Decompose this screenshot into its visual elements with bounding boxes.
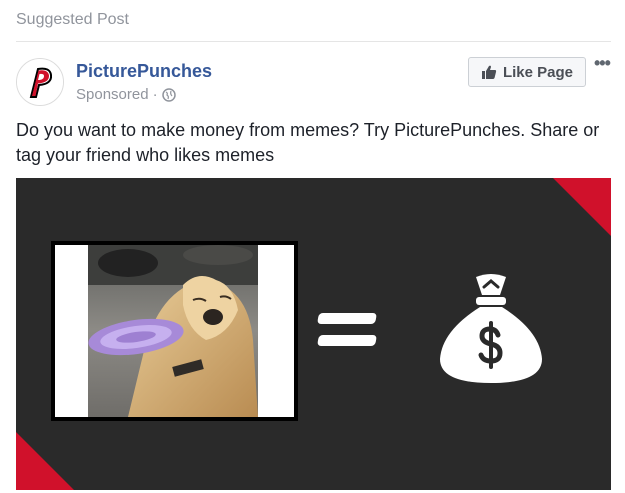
page-name-link[interactable]: PicturePunches (76, 61, 212, 82)
red-corner-decoration (16, 432, 74, 490)
post-meta: Sponsored · (76, 86, 176, 103)
red-corner-decoration (553, 178, 611, 236)
more-options-icon[interactable]: ••• (594, 54, 616, 78)
ad-image[interactable] (16, 178, 611, 490)
globe-icon[interactable] (161, 87, 176, 102)
dog-frisbee-photo (88, 245, 258, 417)
thumbs-up-icon (481, 65, 497, 79)
money-bag-icon (436, 271, 546, 386)
like-page-button[interactable]: Like Page (468, 57, 586, 87)
equals-sign (317, 311, 378, 355)
page-avatar[interactable] (16, 58, 64, 106)
divider (16, 41, 611, 42)
meta-separator: · (152, 86, 158, 103)
suggested-post-label: Suggested Post (16, 11, 129, 28)
sponsored-label[interactable]: Sponsored (76, 86, 149, 103)
like-page-label: Like Page (502, 63, 574, 81)
post-text: Do you want to make money from memes? Tr… (16, 120, 600, 165)
picturepunches-logo-icon (17, 59, 63, 105)
meme-thumbnail (51, 241, 298, 421)
